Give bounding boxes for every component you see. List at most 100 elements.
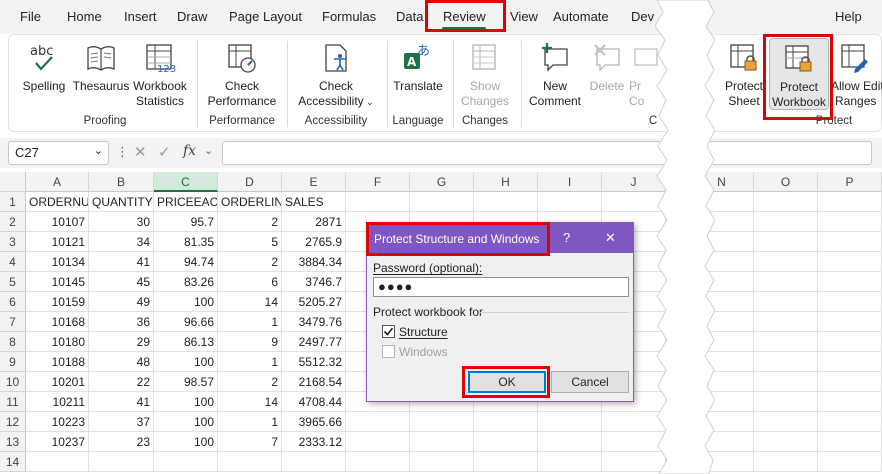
column-header[interactable]: O — [754, 172, 818, 192]
grid-cell[interactable]: 86.13 — [154, 332, 218, 352]
grid-cell[interactable]: QUANTITY — [89, 192, 154, 212]
grid-cell[interactable]: 3884.34 — [282, 252, 346, 272]
grid-cell[interactable]: 7 — [218, 432, 282, 452]
grid-cell[interactable] — [26, 452, 89, 472]
grid-cell[interactable]: 5512.32 — [282, 352, 346, 372]
row-header[interactable]: 3 — [0, 232, 26, 252]
confirm-entry-icon[interactable]: ✓ — [158, 143, 171, 161]
grid-cell[interactable] — [754, 452, 818, 472]
grid-cell[interactable]: 10211 — [26, 392, 89, 412]
grid-cell[interactable]: 49 — [89, 292, 154, 312]
grid-cell[interactable]: 10121 — [26, 232, 89, 252]
grid-cell[interactable]: 2497.77 — [282, 332, 346, 352]
row-header[interactable]: 14 — [0, 452, 26, 472]
grid-cell[interactable]: ORDERLIN — [218, 192, 282, 212]
grid-cell[interactable]: 2 — [218, 372, 282, 392]
allow-edit-ranges-button[interactable]: Allow Edit Ranges — [831, 41, 882, 109]
grid-cell[interactable] — [538, 432, 602, 452]
column-header[interactable]: C — [154, 172, 218, 192]
grid-cell[interactable]: 3746.7 — [282, 272, 346, 292]
grid-cell[interactable] — [474, 452, 538, 472]
tab-help[interactable]: Help — [835, 9, 862, 24]
grid-cell[interactable]: 41 — [89, 252, 154, 272]
password-input[interactable]: ●●●● — [373, 277, 629, 297]
chevron-down-icon[interactable]: ⌄ — [94, 144, 103, 157]
grid-cell[interactable] — [346, 452, 410, 472]
row-header[interactable]: 2 — [0, 212, 26, 232]
grid-cell[interactable] — [818, 232, 882, 252]
grid-cell[interactable]: 4708.44 — [282, 392, 346, 412]
help-icon[interactable]: ? — [563, 230, 570, 245]
grid-cell[interactable]: 30 — [89, 212, 154, 232]
grid-cell[interactable]: 10159 — [26, 292, 89, 312]
grid-cell[interactable] — [154, 452, 218, 472]
grid-cell[interactable] — [818, 452, 882, 472]
grid-cell[interactable]: 98.57 — [154, 372, 218, 392]
grid-cell[interactable] — [818, 372, 882, 392]
grid-cell[interactable]: 29 — [89, 332, 154, 352]
grid-cell[interactable] — [410, 412, 474, 432]
tab-draw[interactable]: Draw — [177, 9, 207, 24]
check-accessibility-button[interactable]: Check Accessibility ⌄ — [293, 41, 379, 110]
grid-cell[interactable] — [754, 412, 818, 432]
grid-cell[interactable]: 10237 — [26, 432, 89, 452]
column-header[interactable]: I — [538, 172, 602, 192]
grid-cell[interactable]: 10168 — [26, 312, 89, 332]
grid-cell[interactable]: 100 — [154, 412, 218, 432]
column-header[interactable]: G — [410, 172, 474, 192]
grid-cell[interactable]: SALES — [282, 192, 346, 212]
new-comment-button[interactable]: New Comment — [525, 41, 585, 109]
row-header[interactable]: 9 — [0, 352, 26, 372]
row-header[interactable]: 5 — [0, 272, 26, 292]
grid-cell[interactable]: 36 — [89, 312, 154, 332]
grid-cell[interactable] — [754, 252, 818, 272]
row-header[interactable]: 10 — [0, 372, 26, 392]
grid-cell[interactable]: PRICEEACH — [154, 192, 218, 212]
grid-cell[interactable] — [410, 192, 474, 212]
grid-cell[interactable]: 100 — [154, 292, 218, 312]
grid-cell[interactable] — [754, 372, 818, 392]
grid-cell[interactable]: 3479.76 — [282, 312, 346, 332]
grid-cell[interactable] — [538, 452, 602, 472]
grid-cell[interactable] — [754, 192, 818, 212]
grid-cell[interactable] — [754, 352, 818, 372]
grid-cell[interactable]: 3965.66 — [282, 412, 346, 432]
grid-cell[interactable]: 41 — [89, 392, 154, 412]
grid-cell[interactable]: 81.35 — [154, 232, 218, 252]
close-icon[interactable]: ✕ — [605, 230, 616, 246]
grid-cell[interactable] — [818, 192, 882, 212]
grid-cell[interactable]: 6 — [218, 272, 282, 292]
row-header[interactable]: 11 — [0, 392, 26, 412]
row-header[interactable]: 13 — [0, 432, 26, 452]
grid-cell[interactable] — [818, 272, 882, 292]
grid-cell[interactable]: 48 — [89, 352, 154, 372]
tab-review[interactable]: Review — [443, 9, 486, 24]
grid-cell[interactable]: 14 — [218, 392, 282, 412]
tab-data[interactable]: Data — [396, 9, 423, 24]
formula-input[interactable] — [222, 141, 872, 165]
grid-cell[interactable] — [538, 412, 602, 432]
select-all-corner[interactable] — [0, 172, 26, 192]
column-header[interactable]: E — [282, 172, 346, 192]
grid-cell[interactable]: 10201 — [26, 372, 89, 392]
tab-formulas[interactable]: Formulas — [322, 9, 376, 24]
tab-insert[interactable]: Insert — [124, 9, 157, 24]
grid-cell[interactable]: 10188 — [26, 352, 89, 372]
grid-cell[interactable]: 14 — [218, 292, 282, 312]
grid-cell[interactable]: 10134 — [26, 252, 89, 272]
grid-cell[interactable]: 37 — [89, 412, 154, 432]
grid-cell[interactable] — [538, 192, 602, 212]
chevron-down-icon[interactable]: ⌄ — [364, 97, 374, 107]
grid-cell[interactable] — [474, 432, 538, 452]
grid-cell[interactable]: 100 — [154, 432, 218, 452]
tab-view[interactable]: View — [510, 9, 538, 24]
show-changes-button[interactable]: Show Changes — [457, 41, 513, 109]
grid-cell[interactable]: 10107 — [26, 212, 89, 232]
insert-function-icon[interactable]: fx — [183, 143, 196, 159]
delete-comment-button[interactable]: Delete — [585, 41, 629, 94]
protect-sheet-button[interactable]: Protect Sheet — [719, 41, 769, 109]
tab-home[interactable]: Home — [67, 9, 102, 24]
grid-cell[interactable] — [282, 452, 346, 472]
grid-cell[interactable]: 34 — [89, 232, 154, 252]
grid-cell[interactable]: 2168.54 — [282, 372, 346, 392]
